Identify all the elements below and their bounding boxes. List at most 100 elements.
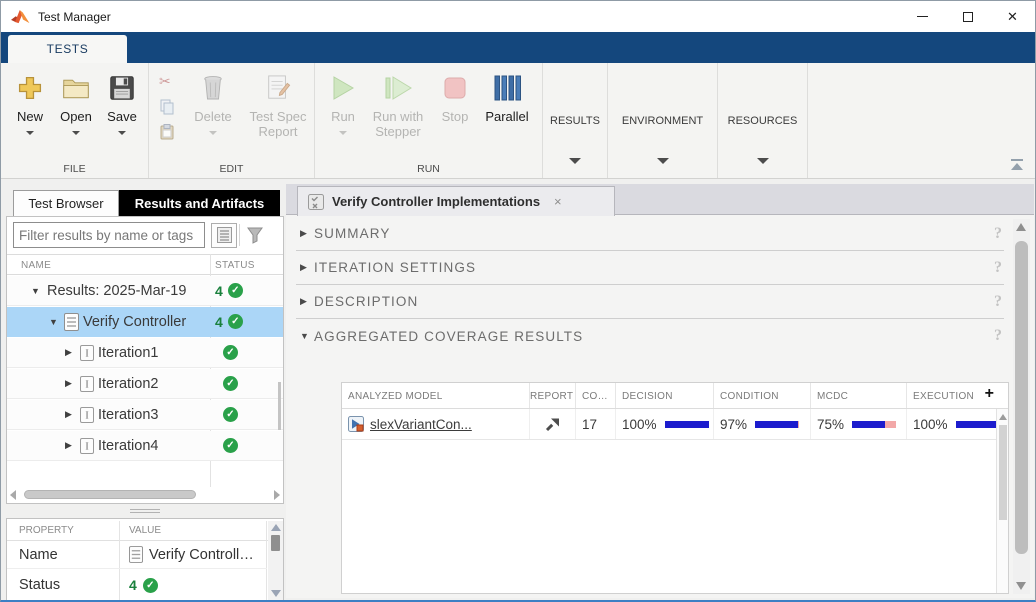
run-with-stepper-button[interactable]: Run withStepper	[367, 71, 429, 139]
document-tab-strip: Verify Controller Implementations ×	[286, 184, 1034, 215]
scroll-right-icon[interactable]	[274, 490, 280, 500]
open-button[interactable]: Open	[55, 71, 97, 135]
tree-row-results[interactable]: ▼ Results: 2025-Mar-19 4 ✓	[7, 276, 283, 306]
tree-row-iteration3[interactable]: ▶ I Iteration3 ✓	[7, 400, 283, 430]
section-aggregated-coverage-results[interactable]: ▼ AGGREGATED COVERAGE RESULTS ?	[296, 319, 1004, 353]
minimize-button[interactable]	[900, 1, 945, 32]
scrollbar-thumb[interactable]	[24, 490, 196, 499]
save-button[interactable]: Save	[101, 71, 143, 135]
tree-row-iteration2[interactable]: ▶ I Iteration2 ✓	[7, 369, 283, 399]
scrollbar-thumb[interactable]	[1015, 241, 1028, 554]
scrollbar-thumb[interactable]	[999, 425, 1007, 520]
save-floppy-icon	[109, 71, 135, 105]
new-button[interactable]: New	[9, 71, 51, 135]
minimize-icon	[917, 16, 928, 17]
cut-icon[interactable]: ✂	[159, 73, 175, 90]
pass-check-icon: ✓	[223, 407, 238, 422]
new-plus-icon	[17, 71, 43, 105]
scroll-down-icon[interactable]	[1016, 582, 1026, 590]
edit-group-label: EDIT	[149, 163, 314, 175]
paste-icon[interactable]	[159, 124, 175, 140]
filter-results-input[interactable]	[13, 222, 205, 248]
scroll-left-icon[interactable]	[10, 490, 16, 500]
collapsed-arrow-icon[interactable]: ▶	[65, 347, 77, 358]
parallel-button[interactable]: Parallel	[481, 71, 533, 124]
section-description[interactable]: ▶ DESCRIPTION ?	[296, 285, 1004, 319]
collapsed-arrow-icon: ▶	[300, 262, 314, 273]
pass-check-icon: ✓	[223, 376, 238, 391]
scroll-down-icon[interactable]	[271, 590, 281, 597]
tree-vertical-scrollbar[interactable]	[278, 382, 281, 430]
tree-row-iteration1[interactable]: ▶ I Iteration1 ✓	[7, 338, 283, 368]
environment-gallery-caret-icon	[657, 158, 669, 164]
complexity-value: 17	[576, 409, 616, 439]
close-tab-icon[interactable]: ×	[554, 194, 562, 209]
collapse-ribbon-button[interactable]	[1009, 159, 1025, 170]
run-button[interactable]: Run	[323, 71, 363, 135]
run-caret-icon[interactable]	[339, 131, 347, 135]
open-report-icon[interactable]	[545, 416, 561, 432]
tab-results-and-artifacts[interactable]: Results and Artifacts	[119, 190, 280, 217]
close-button[interactable]: ✕	[990, 1, 1035, 32]
tree-row-iteration4[interactable]: ▶ I Iteration4 ✓	[7, 431, 283, 461]
iteration-icon: I	[80, 438, 94, 454]
add-column-button[interactable]: +	[985, 385, 994, 403]
model-link[interactable]: slexVariantCon...	[370, 417, 472, 432]
left-panel-tabs: Test Browser Results and Artifacts	[13, 190, 280, 217]
tab-tests[interactable]: TESTS	[8, 35, 127, 63]
filter-row	[7, 221, 283, 249]
scroll-up-icon[interactable]	[1016, 223, 1026, 231]
tree-row-test-file[interactable]: ▼ Verify Controller Implementations 4 ✓	[7, 307, 283, 337]
pass-count: 4	[129, 577, 137, 593]
copy-icon[interactable]	[159, 99, 175, 115]
edit-group: ✂ Delete Test SpecReport EDIT	[149, 63, 315, 178]
save-caret-icon[interactable]	[118, 131, 126, 135]
help-icon[interactable]: ?	[994, 327, 1002, 345]
filter-button[interactable]	[242, 223, 268, 248]
tab-verify-controller-implementations[interactable]: Verify Controller Implementations ×	[297, 186, 615, 216]
panel-splitter[interactable]	[6, 505, 284, 517]
iteration-icon: I	[80, 376, 94, 392]
value-column-header: VALUE	[129, 525, 161, 536]
maximize-button[interactable]	[945, 1, 990, 32]
expanded-arrow-icon[interactable]: ▼	[31, 286, 43, 296]
main-vertical-scrollbar[interactable]	[1013, 219, 1030, 594]
scroll-up-icon[interactable]	[999, 414, 1007, 420]
tree-horizontal-scrollbar[interactable]	[10, 488, 280, 501]
run-stepper-icon	[384, 71, 412, 105]
maximize-icon	[963, 12, 973, 22]
coverage-table-row[interactable]: slexVariantCon... 17 100% 97%	[342, 409, 1008, 440]
delete-caret-icon[interactable]	[209, 131, 217, 135]
tab-test-browser[interactable]: Test Browser	[13, 190, 119, 217]
results-gallery-button[interactable]: RESULTS	[543, 63, 608, 178]
help-icon[interactable]: ?	[994, 225, 1002, 243]
mcdc-percentage: 75%	[817, 417, 844, 432]
view-list-button[interactable]	[211, 223, 237, 248]
resources-gallery-button[interactable]: RESOURCES	[718, 63, 808, 178]
delete-button[interactable]: Delete	[187, 71, 239, 135]
ribbon-toolbar: New Open Save FILE ✂	[1, 63, 1035, 179]
section-summary[interactable]: ▶ SUMMARY ?	[296, 217, 1004, 251]
property-vertical-scrollbar[interactable]	[268, 521, 283, 600]
scrollbar-thumb[interactable]	[271, 535, 280, 551]
help-icon[interactable]: ?	[994, 259, 1002, 277]
property-row-status[interactable]: Status 4 ✓	[7, 569, 267, 601]
environment-gallery-button[interactable]: ENVIRONMENT	[608, 63, 718, 178]
results-gallery-caret-icon	[569, 158, 581, 164]
new-caret-icon[interactable]	[26, 131, 34, 135]
window-title: Test Manager	[38, 10, 111, 24]
collapsed-arrow-icon[interactable]: ▶	[65, 409, 77, 420]
help-icon[interactable]: ?	[994, 293, 1002, 311]
table-vertical-scrollbar[interactable]	[996, 409, 1008, 593]
scroll-up-icon[interactable]	[271, 524, 281, 531]
results-tree-panel: NAME STATUS ▼ Results: 2025-Mar-19 4 ✓ ▼…	[6, 216, 284, 504]
expanded-arrow-icon[interactable]: ▼	[49, 317, 61, 327]
test-spec-report-button[interactable]: Test SpecReport	[245, 71, 311, 139]
collapsed-arrow-icon[interactable]: ▶	[65, 378, 77, 389]
decision-coverage-bar	[665, 421, 709, 428]
stop-button[interactable]: Stop	[435, 71, 475, 124]
collapsed-arrow-icon[interactable]: ▶	[65, 440, 77, 451]
property-row-name[interactable]: Name Verify Controller Implementations	[7, 541, 267, 569]
section-iteration-settings[interactable]: ▶ ITERATION SETTINGS ?	[296, 251, 1004, 285]
open-caret-icon[interactable]	[72, 131, 80, 135]
